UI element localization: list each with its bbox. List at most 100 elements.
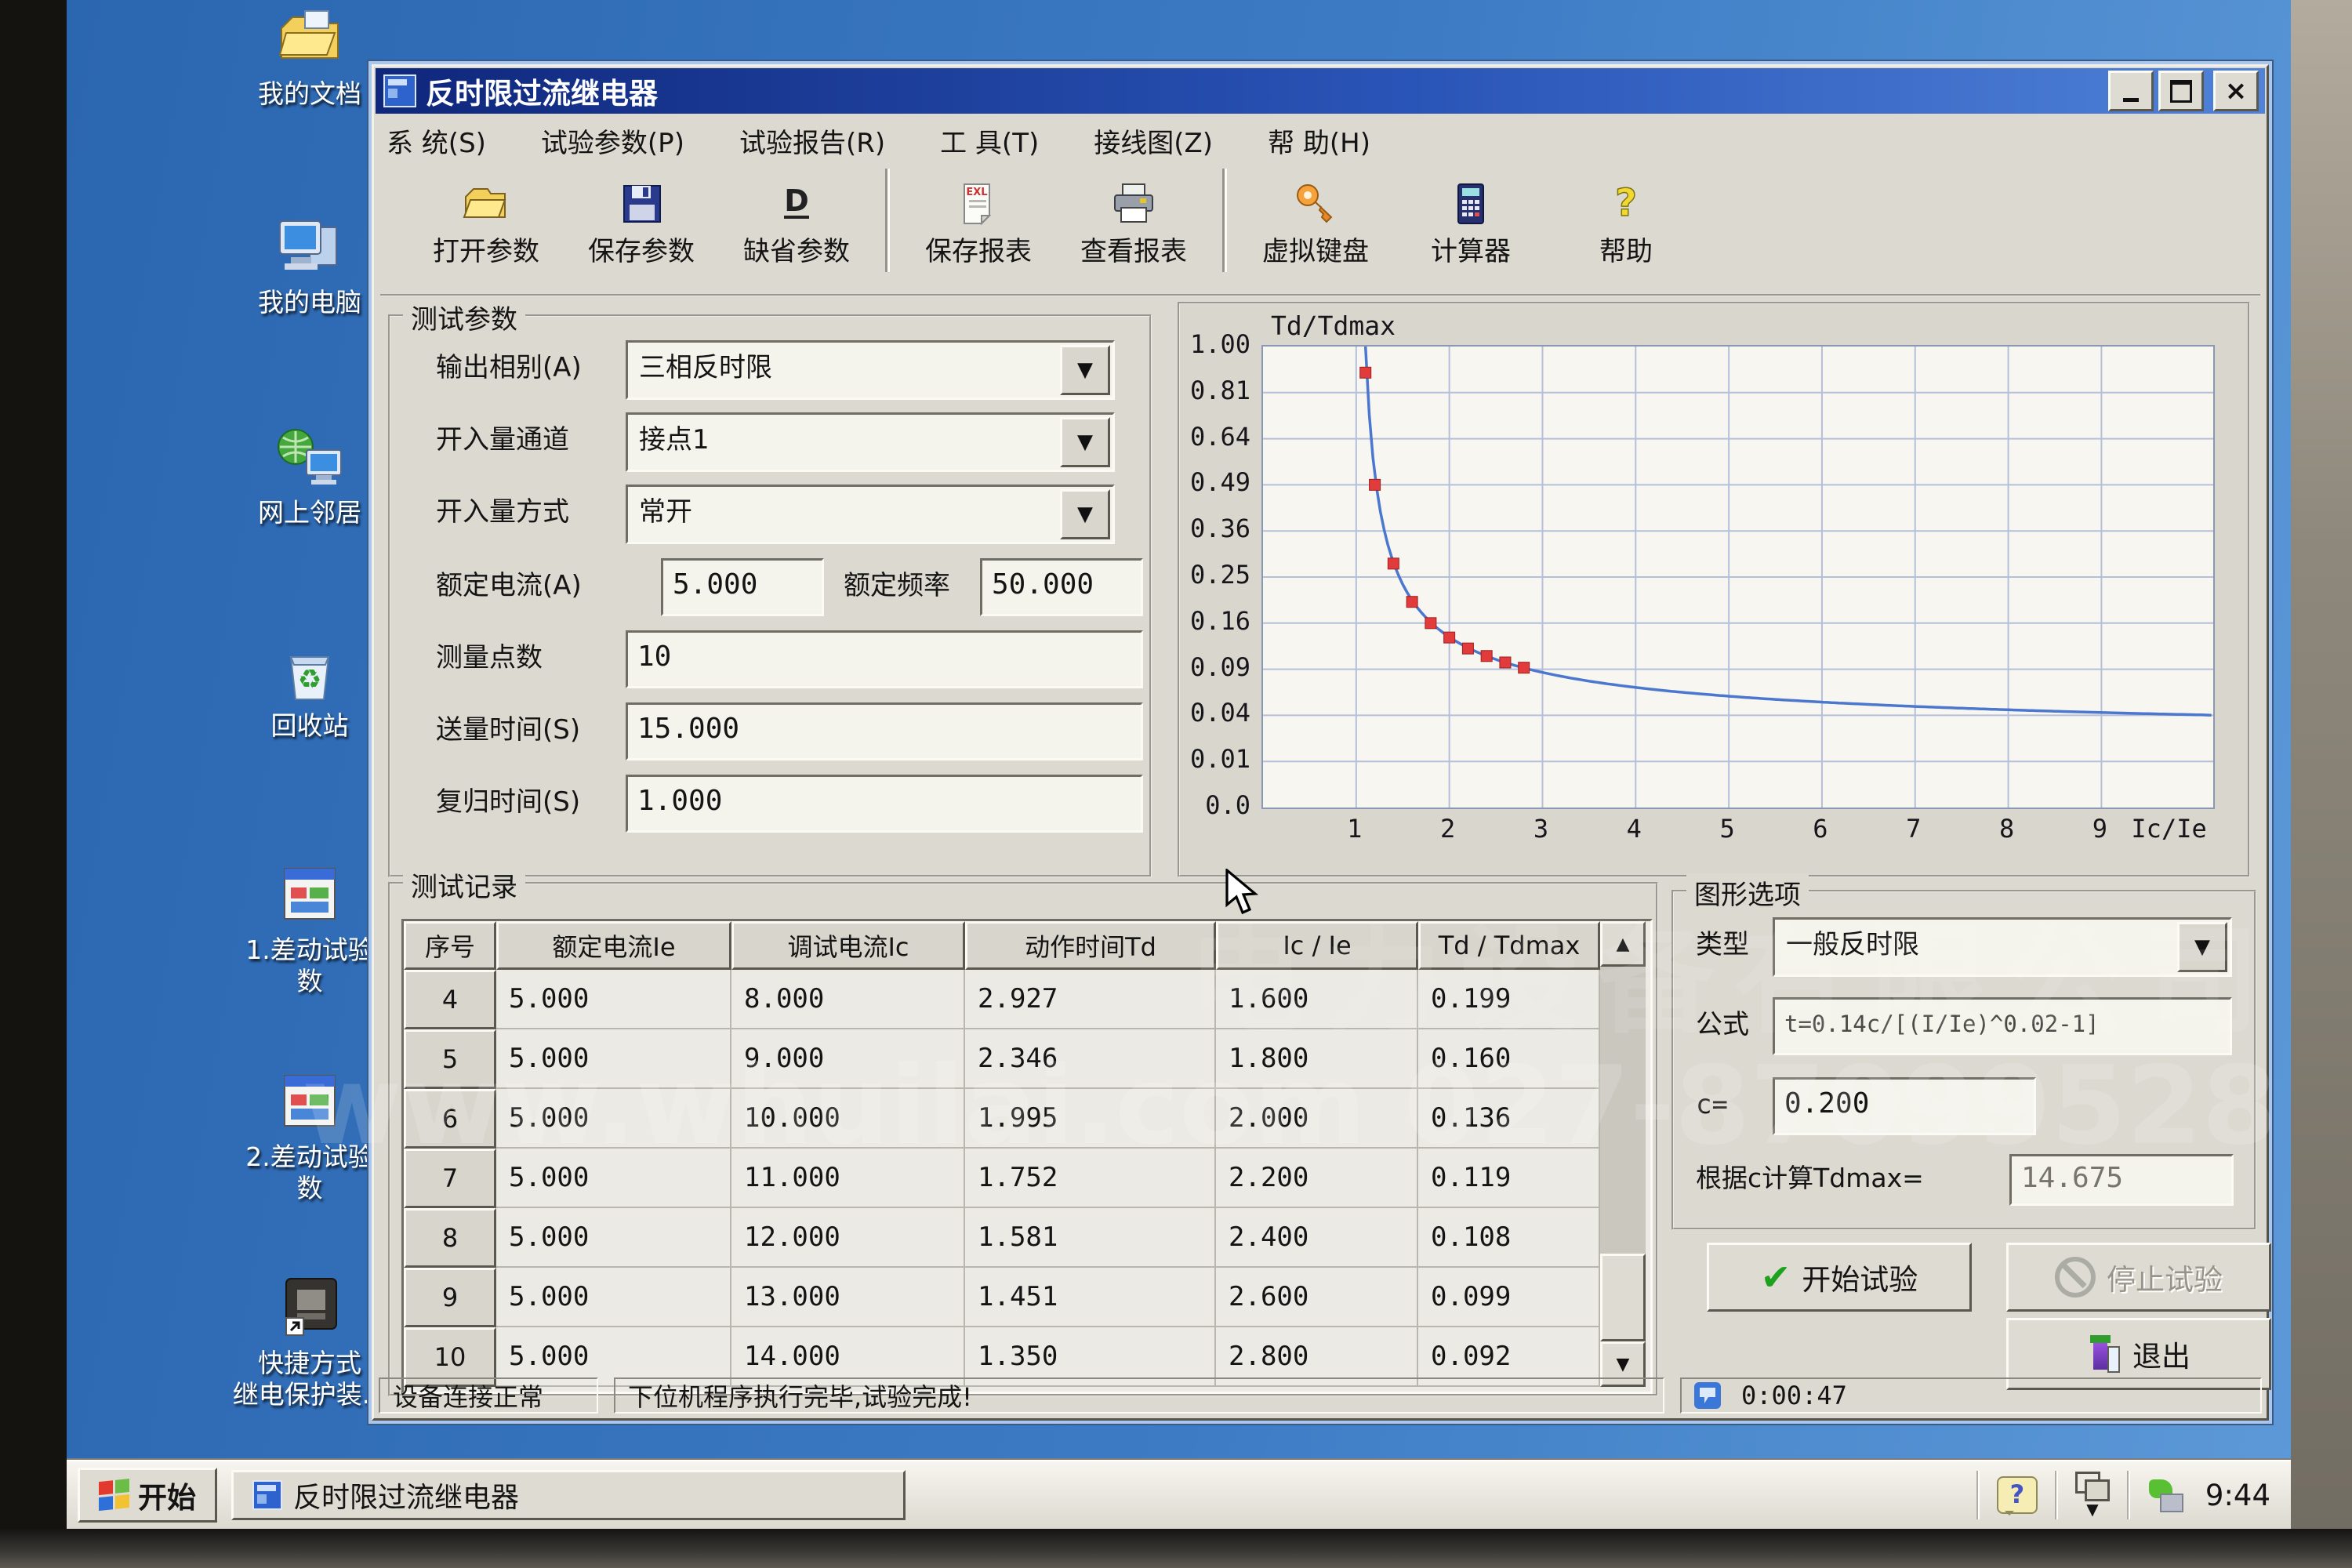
table-header-cell[interactable]: 序号 (404, 921, 496, 970)
table-cell[interactable]: 1.600 (1216, 970, 1418, 1029)
row-header[interactable]: 6 (404, 1089, 496, 1149)
maximize-button[interactable] (2158, 71, 2204, 111)
app-window: 反时限过流继电器 × 系 统(S) 试验参数(P) 试验报告(R) 工 具(T) 接线图… (368, 61, 2272, 1424)
y-tick-label: 0.36 (1180, 514, 1250, 543)
minimize-button[interactable] (2108, 71, 2154, 111)
formula-input[interactable]: t=0.14c/[(I/Ie)^0.02-1] (1773, 997, 2232, 1055)
toolbar-button-open-folder[interactable]: 打开参数 (408, 167, 564, 285)
row-header[interactable]: 7 (404, 1149, 496, 1208)
y-tick-label: 0.09 (1180, 652, 1250, 682)
table-cell[interactable]: 5.000 (496, 970, 731, 1029)
taskbar-app-item[interactable]: 反时限过流继电器 (231, 1470, 906, 1520)
table-cell[interactable]: 2.000 (1216, 1089, 1418, 1149)
table-cell[interactable]: 10.000 (731, 1089, 965, 1149)
close-button[interactable]: × (2213, 71, 2259, 111)
table-cell[interactable]: 0.160 (1418, 1029, 1600, 1089)
table-cell[interactable]: 5.000 (496, 1268, 731, 1327)
titlebar[interactable]: 反时限过流继电器 × (376, 68, 2265, 114)
table-cell[interactable]: 0.119 (1418, 1149, 1600, 1208)
toolbar-button-view-report-printer[interactable]: 查看报表 (1056, 167, 1211, 285)
input-channel-select[interactable]: 接点1 ▼ (626, 412, 1115, 472)
start-button[interactable]: 开始 (78, 1468, 217, 1523)
y-tick-label: 0.81 (1180, 376, 1250, 405)
svg-text:D: D (784, 183, 809, 218)
table-header-cell[interactable]: Ic / Ie (1216, 921, 1418, 970)
table-cell[interactable]: 0.199 (1418, 970, 1600, 1029)
table-cell[interactable]: 5.000 (496, 1089, 731, 1149)
feed-time-input[interactable]: 15.000 (626, 702, 1143, 760)
table-cell[interactable]: 2.400 (1216, 1208, 1418, 1268)
toolbar-button-save-report[interactable]: EXL保存报表 (901, 167, 1056, 285)
menu-item[interactable]: 工 具(T) (934, 120, 1045, 162)
rated-current-input[interactable]: 5.000 (661, 558, 824, 616)
table-header-cell[interactable]: 调试电流Ic (731, 921, 965, 970)
reset-time-input[interactable]: 1.000 (626, 775, 1143, 833)
table-cell[interactable]: 5.000 (496, 1208, 731, 1268)
chevron-down-icon[interactable]: ▼ (1060, 417, 1110, 467)
c-label: c= (1696, 1077, 1728, 1132)
table-cell[interactable]: 2.200 (1216, 1149, 1418, 1208)
table-cell[interactable]: 1.995 (965, 1089, 1216, 1149)
table-cell[interactable]: 13.000 (731, 1268, 965, 1327)
scroll-up-button[interactable]: ▲ (1600, 921, 1646, 967)
output-phase-select[interactable]: 三相反时限 ▼ (626, 340, 1115, 400)
table-cell[interactable]: 12.000 (731, 1208, 965, 1268)
menu-item[interactable]: 试验参数(P) (535, 120, 691, 162)
table-cell[interactable]: 1.451 (965, 1268, 1216, 1327)
table-header-cell[interactable]: Td / Tdmax (1418, 921, 1600, 970)
view-report-printer-icon (1056, 167, 1211, 227)
toolbar-separator (1222, 169, 1227, 272)
menu-item[interactable]: 帮 助(H) (1261, 120, 1377, 162)
menu-item[interactable]: 接线图(Z) (1087, 120, 1219, 162)
start-test-button[interactable]: ✔ 开始试验 (1707, 1243, 1972, 1312)
table-cell[interactable]: 8.000 (731, 970, 965, 1029)
table-scrollbar[interactable]: ▲▼ (1600, 921, 1646, 1387)
toolbar-button-save-floppy[interactable]: 保存参数 (564, 167, 719, 285)
row-header[interactable]: 4 (404, 970, 496, 1029)
menu-item[interactable]: 系 统(S) (380, 120, 492, 162)
device-status: 设备连接正常 (379, 1377, 598, 1414)
table-header-cell[interactable]: 额定电流Ie (496, 921, 731, 970)
toolbar-button-virtual-keyboard-key[interactable]: 虚拟键盘 (1238, 167, 1393, 285)
table-cell[interactable]: 1.581 (965, 1208, 1216, 1268)
row-header[interactable]: 9 (404, 1268, 496, 1327)
table-header-cell[interactable]: 动作时间Td (965, 921, 1216, 970)
x-tick-label: 2 (1431, 814, 1465, 844)
c-input[interactable]: 0.200 (1773, 1077, 2036, 1135)
help-balloon-icon[interactable]: ? (1997, 1476, 2038, 1514)
row-header[interactable]: 8 (404, 1208, 496, 1268)
curve-type-select[interactable]: 一般反时限 ▼ (1773, 917, 2232, 977)
chevron-down-icon[interactable]: ▼ (1060, 489, 1110, 539)
table-cell[interactable]: 0.099 (1418, 1268, 1600, 1327)
table-cell[interactable]: 1.800 (1216, 1029, 1418, 1089)
toolbar-button-default-params[interactable]: D缺省参数 (719, 167, 874, 285)
chevron-down-icon[interactable]: ▼ (2177, 922, 2227, 972)
input-mode-select[interactable]: 常开 ▼ (626, 485, 1115, 544)
table-cell[interactable]: 11.000 (731, 1149, 965, 1208)
taskbar: 开始 反时限过流继电器 ? ▼ 9:44 (67, 1460, 2291, 1529)
point-count-label: 测量点数 (436, 630, 543, 685)
chevron-down-icon[interactable]: ▼ (1060, 345, 1110, 395)
table-cell[interactable]: 9.000 (731, 1029, 965, 1089)
table-cell[interactable]: 5.000 (496, 1149, 731, 1208)
table-cell[interactable]: 2.600 (1216, 1268, 1418, 1327)
table-cell[interactable]: 5.000 (496, 1029, 731, 1089)
table-cell[interactable]: 2.346 (965, 1029, 1216, 1089)
y-tick-label: 0.0 (1180, 790, 1250, 820)
remove-hardware-icon[interactable] (2147, 1478, 2183, 1512)
table-cell[interactable]: 0.108 (1418, 1208, 1600, 1268)
toolbar-button-calculator[interactable]: 计算器 (1393, 167, 1548, 285)
point-count-input[interactable]: 10 (626, 630, 1143, 688)
table-cell[interactable]: 0.136 (1418, 1089, 1600, 1149)
row-header[interactable]: 5 (404, 1029, 496, 1089)
elapsed-time: 0:00:47 (1741, 1381, 1847, 1410)
rated-current-label: 额定电流(A) (436, 558, 582, 613)
windows-stack-icon[interactable] (2075, 1472, 2110, 1503)
toolbar-button-help-question[interactable]: ?帮助 (1548, 167, 1704, 285)
svg-text:EXL: EXL (966, 187, 987, 198)
rated-freq-input[interactable]: 50.000 (980, 558, 1143, 616)
menu-item[interactable]: 试验报告(R) (733, 120, 891, 162)
table-cell[interactable]: 1.752 (965, 1149, 1216, 1208)
scrollbar-thumb[interactable] (1600, 1254, 1646, 1341)
table-cell[interactable]: 2.927 (965, 970, 1216, 1029)
